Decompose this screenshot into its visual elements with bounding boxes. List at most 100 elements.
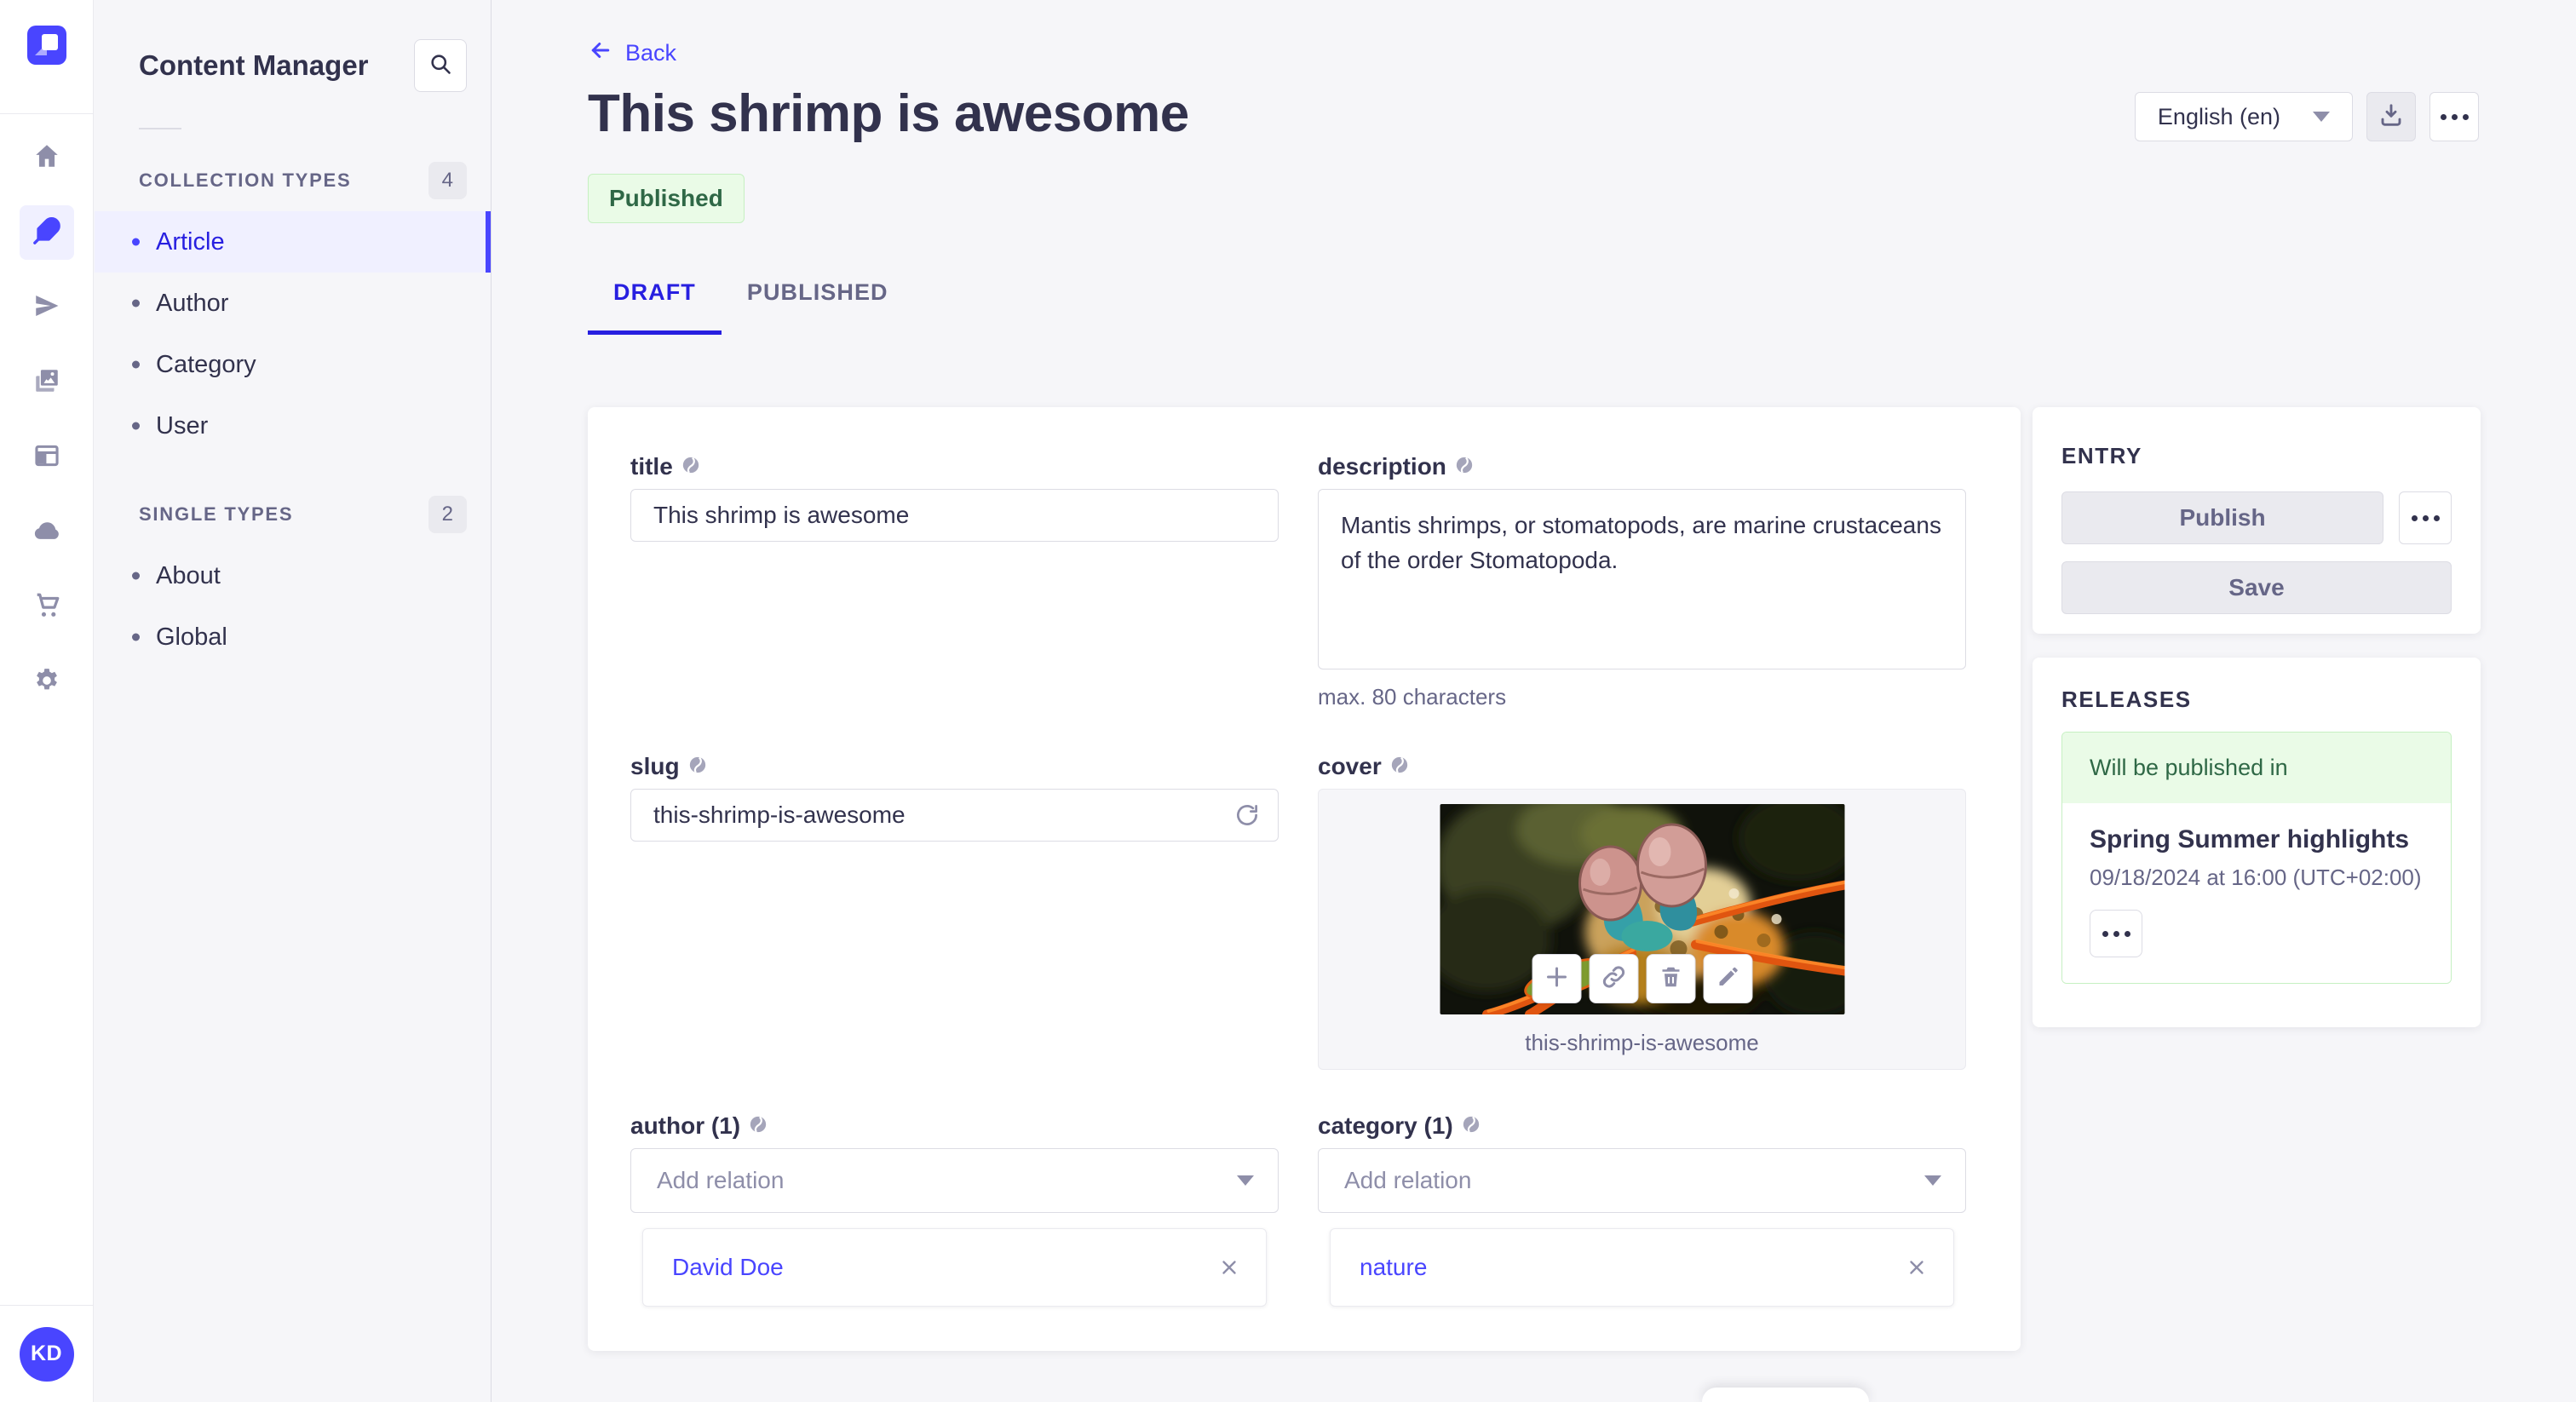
release-date: 09/18/2024 at 16:00 (UTC+02:00): [2090, 865, 2422, 890]
releases-panel: RELEASES Will be published in Spring Sum…: [2033, 658, 2481, 1027]
sidebar-title: Content Manager: [139, 49, 369, 81]
locale-value: English (en): [2157, 103, 2280, 129]
field-label: cover: [1318, 753, 1382, 779]
layout-icon: [32, 441, 61, 474]
slug-input[interactable]: [630, 789, 1279, 842]
sidebar-item-label: About: [156, 561, 221, 589]
release-status: Will be published in: [2062, 733, 2451, 803]
rail-item-content-manager[interactable]: [19, 205, 74, 260]
entry-more-button[interactable]: [2399, 491, 2452, 544]
field-label: author (1): [630, 1112, 741, 1139]
more-icon: [2422, 514, 2429, 521]
section-count-badge: 4: [428, 162, 467, 199]
release-more-button[interactable]: [2090, 910, 2142, 957]
rail-item-settings[interactable]: [20, 655, 74, 710]
floating-widget[interactable]: [1702, 1388, 1869, 1402]
rail-item-transfer[interactable]: [20, 280, 74, 335]
strapi-logo[interactable]: [27, 26, 66, 65]
sidebar-item-about[interactable]: About: [95, 545, 491, 606]
author-relation-combobox[interactable]: Add relation: [630, 1148, 1279, 1213]
back-label: Back: [625, 40, 677, 66]
sidebar-divider: [139, 128, 181, 129]
entry-form-card: title description Mantis shrimps, or sto…: [588, 407, 2021, 1351]
link-icon: [1601, 964, 1626, 994]
sidebar-item-global[interactable]: Global: [95, 606, 491, 668]
rail-item-media-library[interactable]: [20, 355, 74, 410]
field-slug-label-row: slug: [630, 753, 1279, 780]
remove-relation-icon[interactable]: [1906, 1256, 1928, 1278]
sidebar-item-label: User: [156, 411, 209, 440]
sidebar-item-category[interactable]: Category: [95, 334, 491, 395]
entry-panel-heading: ENTRY: [2061, 443, 2142, 468]
category-relation-combobox[interactable]: Add relation: [1318, 1148, 1966, 1213]
search-button[interactable]: [414, 39, 467, 92]
author-relation-item: David Doe: [642, 1228, 1267, 1307]
save-button[interactable]: Save: [2061, 561, 2452, 614]
delete-media-button[interactable]: [1646, 954, 1695, 1003]
export-button[interactable]: [2366, 92, 2416, 141]
header-actions: English (en): [2134, 92, 2479, 141]
copy-link-button[interactable]: [1589, 954, 1638, 1003]
remove-relation-icon[interactable]: [1218, 1256, 1240, 1278]
combobox-placeholder: Add relation: [1344, 1167, 1472, 1193]
strapi-logo-square: [42, 34, 58, 50]
search-icon: [428, 52, 452, 80]
field-cover: cover this-shrimp-is-awesome: [1318, 753, 1966, 1070]
field-description-label-row: description: [1318, 453, 1966, 480]
trash-icon: [1658, 964, 1683, 994]
field-title: title: [630, 453, 1279, 710]
field-slug: slug: [630, 753, 1279, 1070]
release-title: Spring Summer highlights: [2090, 825, 2410, 853]
field-label: category (1): [1318, 1112, 1453, 1139]
field-category-label-row: category (1): [1318, 1112, 1966, 1140]
sidebar-item-label: Author: [156, 289, 229, 317]
title-input[interactable]: [630, 489, 1279, 542]
field-label: description: [1318, 453, 1446, 480]
tab-label: DRAFT: [613, 279, 696, 305]
rail-footer: KD: [0, 1305, 93, 1402]
cart-icon: [32, 591, 61, 624]
sidebar-item-user[interactable]: User: [95, 395, 491, 457]
sidebar-item-author[interactable]: Author: [95, 273, 491, 334]
add-media-button[interactable]: [1532, 954, 1581, 1003]
back-link[interactable]: Back: [588, 37, 676, 69]
content-manager-sidebar: Content Manager COLLECTION TYPES 4 Artic…: [95, 0, 492, 1402]
relation-link[interactable]: nature: [1360, 1254, 1427, 1281]
sidebar-item-article[interactable]: Article: [95, 211, 491, 273]
arrow-left-icon: [588, 37, 613, 69]
locale-select[interactable]: English (en): [2134, 92, 2353, 141]
strapi-admin: KD Content Manager COLLECTION TYPES 4 Ar…: [0, 0, 2576, 1402]
chevron-down-icon: [1924, 1175, 1941, 1186]
edit-media-button[interactable]: [1703, 954, 1752, 1003]
regenerate-icon[interactable]: [1234, 802, 1260, 828]
publish-button[interactable]: Publish: [2061, 491, 2383, 544]
rail-item-home[interactable]: [20, 130, 74, 185]
more-icon: [2113, 930, 2119, 937]
tab-label: PUBLISHED: [746, 279, 888, 305]
field-label: title: [630, 453, 673, 480]
description-hint: max. 80 characters: [1318, 684, 1507, 710]
field-category: category (1) Add relation nature: [1318, 1112, 1966, 1307]
tab-draft[interactable]: DRAFT: [588, 271, 722, 335]
feather-icon: [32, 216, 61, 250]
avatar[interactable]: KD: [19, 1326, 74, 1382]
relation-link[interactable]: David Doe: [672, 1254, 784, 1281]
field-author-label-row: author (1): [630, 1112, 1279, 1140]
cover-caption: this-shrimp-is-awesome: [1525, 1030, 1759, 1055]
more-actions-button[interactable]: [2429, 92, 2479, 141]
status-badge: Published: [588, 174, 745, 223]
sidebar-item-label: Category: [156, 350, 256, 378]
section-collection-types: COLLECTION TYPES 4: [139, 162, 467, 199]
sidebar-header: Content Manager: [95, 0, 491, 92]
rail-item-deploy[interactable]: [20, 505, 74, 560]
description-textarea[interactable]: Mantis shrimps, or stomatopods, are mari…: [1318, 489, 1966, 669]
cloud-icon: [32, 516, 61, 549]
release-body: Spring Summer highlights 09/18/2024 at 1…: [2062, 803, 2451, 983]
download-icon: [2378, 102, 2404, 132]
cover-media-box: this-shrimp-is-awesome: [1318, 789, 1966, 1070]
tab-published[interactable]: PUBLISHED: [747, 271, 888, 335]
rail-item-marketplace[interactable]: [20, 580, 74, 635]
paper-plane-icon: [32, 291, 61, 325]
rail-item-content-type-builder[interactable]: [20, 430, 74, 485]
entry-panel: ENTRY Publish Save: [2033, 407, 2481, 634]
